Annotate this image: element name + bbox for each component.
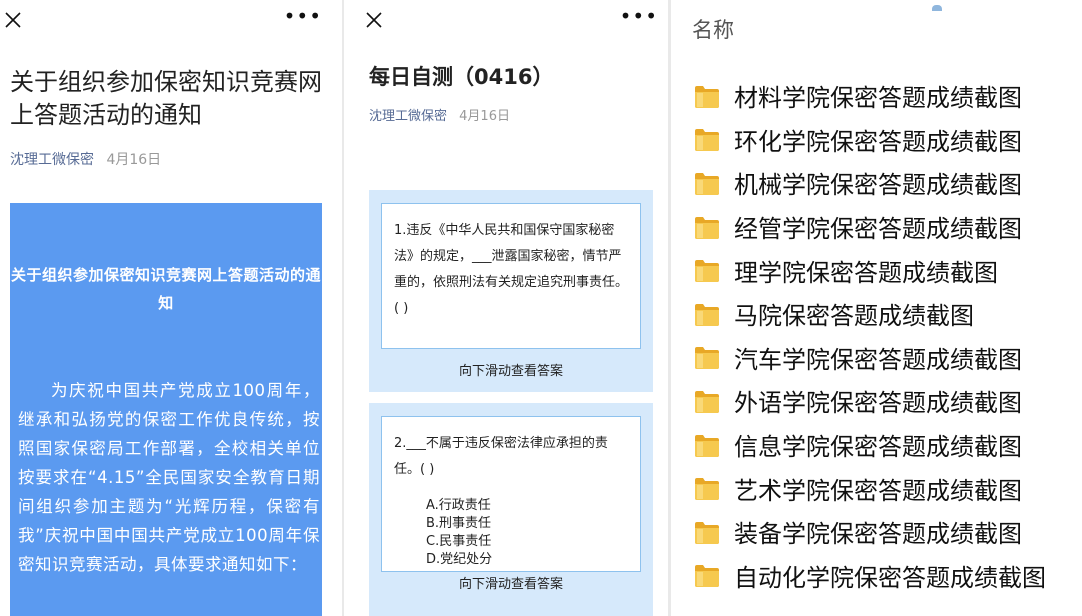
folder-item[interactable]: 装备学院保密答题成绩截图 xyxy=(692,510,1046,554)
folder-label: 汽车学院保密答题成绩截图 xyxy=(734,345,1022,374)
folder-label: 理学院保密答题成绩截图 xyxy=(734,258,998,287)
swipe-for-answer[interactable]: 向下滑动查看答案 xyxy=(369,360,653,379)
folder-label: 环化学院保密答题成绩截图 xyxy=(734,127,1022,156)
question-box: 2.___不属于违反保密法律应承担的责任。( ) A.行政责任 B.刑事责任 C… xyxy=(381,416,641,572)
more-icon[interactable]: ••• xyxy=(620,6,658,26)
folder-label: 经管学院保密答题成绩截图 xyxy=(734,215,1022,244)
folder-list: 材料学院保密答题成绩截图 环化学院保密答题成绩截图 机械学院保密答题成绩截图 经… xyxy=(692,74,1046,597)
article-title: 每日自测（0416） xyxy=(369,65,554,89)
folder-item[interactable]: 艺术学院保密答题成绩截图 xyxy=(692,466,1046,510)
folder-item[interactable]: 材料学院保密答题成绩截图 xyxy=(692,74,1046,118)
question-text: 1.违反《中华人民共和国保守国家秘密法》的规定，___泄露国家秘密，情节严重的，… xyxy=(394,223,629,316)
sort-indicator-icon xyxy=(932,5,942,11)
folder-icon xyxy=(695,85,719,108)
folder-item[interactable]: 理学院保密答题成绩截图 xyxy=(692,248,1046,292)
article-panel-quiz: ••• 每日自测（0416） 沈理工微保密 4月16日 1.违反《中华人民共和国… xyxy=(356,0,666,616)
folder-label: 机械学院保密答题成绩截图 xyxy=(734,171,1022,200)
column-header-name[interactable]: 名称 xyxy=(692,14,734,44)
article-title: 关于组织参加保密知识竞赛网上答题活动的通知 xyxy=(10,68,322,129)
panel-divider xyxy=(668,0,671,616)
folder-label: 艺术学院保密答题成绩截图 xyxy=(734,476,1022,505)
folder-item[interactable]: 环化学院保密答题成绩截图 xyxy=(692,118,1046,162)
publish-date: 4月16日 xyxy=(459,109,510,124)
question-box: 1.违反《中华人民共和国保守国家秘密法》的规定，___泄露国家秘密，情节严重的，… xyxy=(381,203,641,349)
folder-item[interactable]: 机械学院保密答题成绩截图 xyxy=(692,161,1046,205)
close-icon[interactable] xyxy=(1,8,25,32)
folder-icon xyxy=(695,347,719,370)
question-card: 2.___不属于违反保密法律应承担的责任。( ) A.行政责任 B.刑事责任 C… xyxy=(369,403,653,616)
folder-icon xyxy=(695,129,719,152)
folder-icon xyxy=(695,303,719,326)
folder-item[interactable]: 汽车学院保密答题成绩截图 xyxy=(692,336,1046,380)
close-icon[interactable] xyxy=(362,8,386,32)
banner-body: 为庆祝中国共产党成立100周年，继承和弘扬党的保密工作优良传统，按照国家保密局工… xyxy=(18,381,320,574)
folder-item[interactable]: 自动化学院保密答题成绩截图 xyxy=(692,554,1046,598)
folder-label: 装备学院保密答题成绩截图 xyxy=(734,520,1022,549)
question-card: 1.违反《中华人民共和国保守国家秘密法》的规定，___泄露国家秘密，情节严重的，… xyxy=(369,190,653,392)
swipe-for-answer[interactable]: 向下滑动查看答案 xyxy=(369,573,653,592)
article-meta: 沈理工微保密 4月16日 xyxy=(10,149,161,169)
option-a: A.行政责任 xyxy=(426,498,491,513)
folder-label: 自动化学院保密答题成绩截图 xyxy=(734,563,1046,592)
article-panel-notice: ••• 关于组织参加保密知识竞赛网上答题活动的通知 沈理工微保密 4月16日 关… xyxy=(0,0,340,616)
folder-label: 材料学院保密答题成绩截图 xyxy=(734,84,1022,113)
folder-label: 信息学院保密答题成绩截图 xyxy=(734,433,1022,462)
more-icon[interactable]: ••• xyxy=(284,6,322,26)
author-link[interactable]: 沈理工微保密 xyxy=(369,109,447,124)
folder-icon xyxy=(695,390,719,413)
folder-icon xyxy=(695,478,719,501)
banner-title: 关于组织参加保密知识竞赛网上答题活动的通知 xyxy=(10,266,321,312)
question-options: A.行政责任 B.刑事责任 C.民事责任 D.党纪处分 xyxy=(382,497,640,569)
question-text: 2.___不属于违反保密法律应承担的责任。( ) xyxy=(394,436,608,477)
folder-item[interactable]: 外语学院保密答题成绩截图 xyxy=(692,379,1046,423)
folder-icon xyxy=(695,565,719,588)
panel-divider xyxy=(342,0,344,616)
option-b: B.刑事责任 xyxy=(426,516,492,531)
file-explorer-panel: 名称 材料学院保密答题成绩截图 环化学院保密答题成绩截图 机械学院保密答题成绩截… xyxy=(680,0,1082,616)
folder-label: 马院保密答题成绩截图 xyxy=(734,302,974,331)
folder-item[interactable]: 信息学院保密答题成绩截图 xyxy=(692,423,1046,467)
folder-icon xyxy=(695,260,719,283)
folder-icon xyxy=(695,172,719,195)
folder-icon xyxy=(695,216,719,239)
notice-banner: 关于组织参加保密知识竞赛网上答题活动的通知 为庆祝中国共产党成立100周年，继承… xyxy=(10,203,322,616)
option-c: C.民事责任 xyxy=(426,534,492,549)
option-d: D.党纪处分 xyxy=(426,552,493,567)
folder-item[interactable]: 马院保密答题成绩截图 xyxy=(692,292,1046,336)
publish-date: 4月16日 xyxy=(106,152,162,168)
folder-item[interactable]: 经管学院保密答题成绩截图 xyxy=(692,205,1046,249)
folder-icon xyxy=(695,521,719,544)
article-meta: 沈理工微保密 4月16日 xyxy=(369,105,510,124)
author-link[interactable]: 沈理工微保密 xyxy=(10,152,94,168)
folder-icon xyxy=(695,434,719,457)
folder-label: 外语学院保密答题成绩截图 xyxy=(734,389,1022,418)
